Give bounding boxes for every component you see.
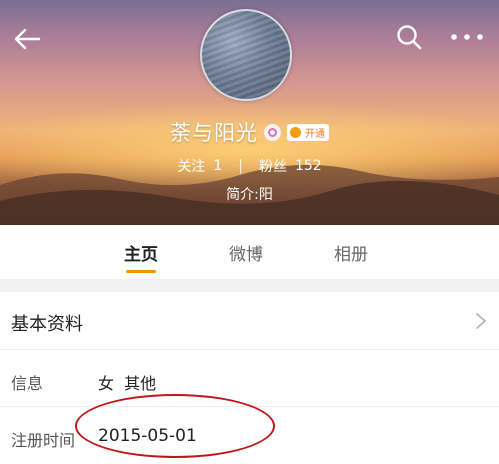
stats-divider: | bbox=[238, 158, 243, 174]
tab-album[interactable]: 相册 bbox=[311, 240, 391, 265]
basic-info-section: 基本资料 信息 女 其他 注册时间 2015-05-01 bbox=[0, 292, 499, 464]
tab-weibo[interactable]: 微博 bbox=[206, 240, 286, 265]
tab-home[interactable]: 主页 bbox=[101, 240, 181, 265]
followers-label[interactable]: 粉丝 bbox=[259, 156, 287, 176]
chevron-right-icon bbox=[476, 313, 486, 329]
info-value: 女 其他 bbox=[98, 374, 157, 393]
vip-badge[interactable]: 开通 bbox=[287, 123, 329, 141]
avatar[interactable] bbox=[200, 9, 292, 101]
highlight-annotation bbox=[75, 394, 275, 458]
more-icon[interactable] bbox=[450, 30, 484, 44]
name-row: 荼与阳光 开通 bbox=[0, 116, 499, 148]
profile-tabs: 主页 微博 相册 bbox=[0, 225, 499, 279]
info-label: 信息 bbox=[11, 374, 44, 393]
gender-icon bbox=[264, 123, 281, 141]
active-tab-indicator bbox=[126, 270, 156, 273]
back-arrow-icon[interactable] bbox=[12, 24, 42, 54]
info-row: 信息 女 其他 bbox=[0, 350, 499, 407]
basic-info-header[interactable]: 基本资料 bbox=[0, 292, 499, 350]
followers-count[interactable]: 152 bbox=[295, 158, 322, 174]
username[interactable]: 荼与阳光 bbox=[170, 117, 258, 147]
search-icon[interactable] bbox=[396, 24, 422, 50]
bio: 简介:阳 bbox=[226, 187, 273, 203]
basic-info-title: 基本资料 bbox=[11, 314, 83, 335]
following-count[interactable]: 1 bbox=[213, 158, 222, 174]
profile-header: 荼与阳光 开通 关注 1 | 粉丝 152 简介:阳 bbox=[0, 0, 499, 225]
following-label[interactable]: 关注 bbox=[177, 156, 205, 176]
registration-label: 注册时间 bbox=[11, 431, 76, 450]
stats-row: 关注 1 | 粉丝 152 bbox=[0, 156, 499, 176]
